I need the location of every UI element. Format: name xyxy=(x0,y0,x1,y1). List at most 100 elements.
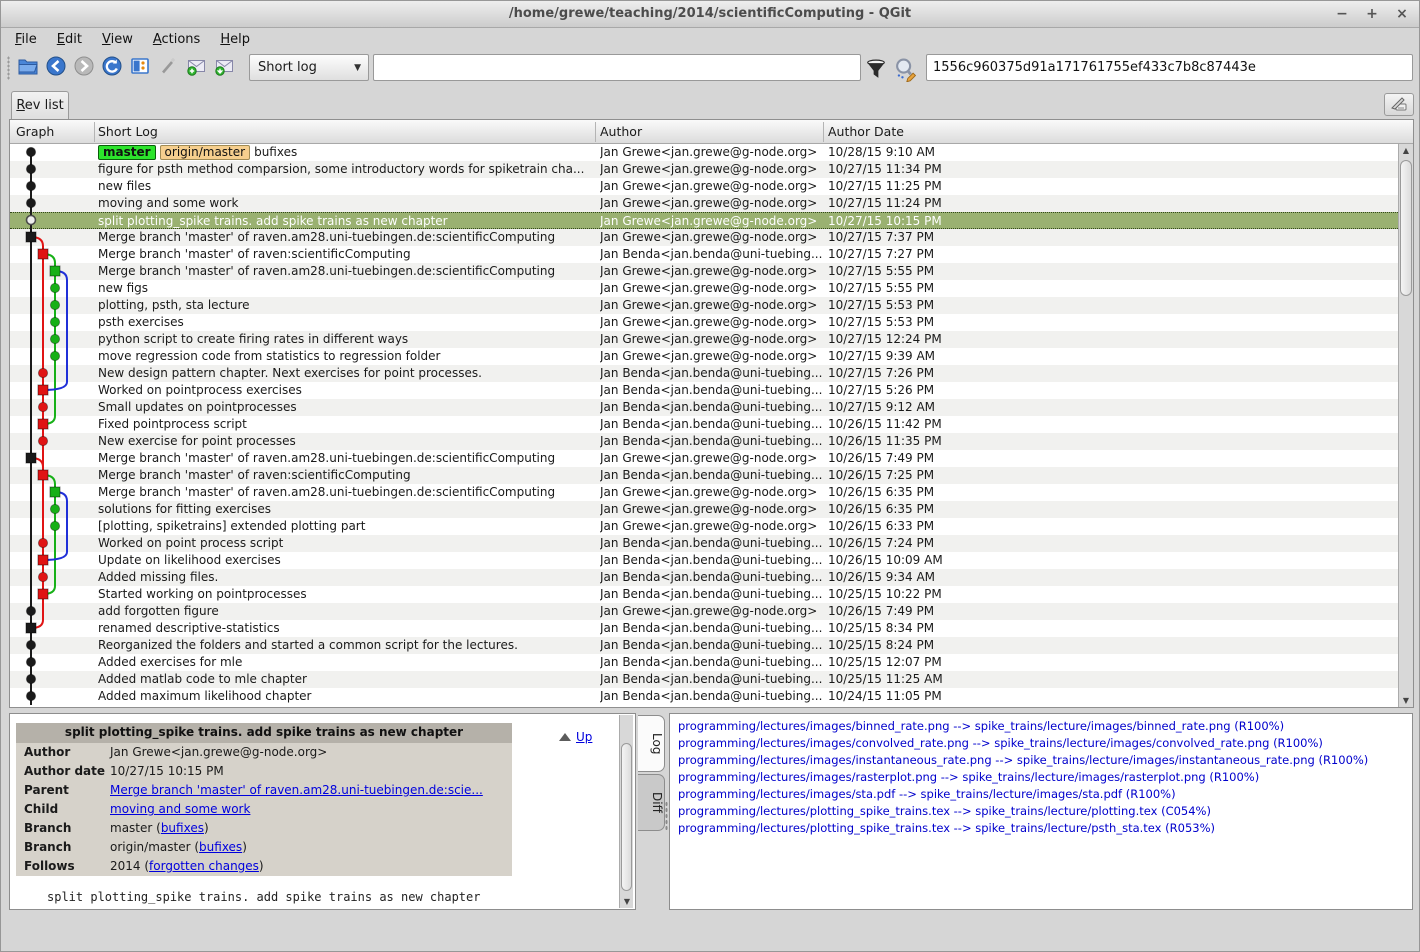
log-mode-combobox[interactable]: Short log ▼ xyxy=(249,54,369,81)
commit-message-text: Merge branch 'master' of raven.am28.uni-… xyxy=(98,263,555,280)
open-folder-icon[interactable] xyxy=(15,54,41,80)
scroll-down-icon[interactable]: ▼ xyxy=(620,895,634,908)
commit-row[interactable]: renamed descriptive-statisticsJan Benda<… xyxy=(10,620,1398,637)
commit-graph xyxy=(10,671,102,688)
commit-row[interactable]: solutions for fitting exercisesJan Grewe… xyxy=(10,501,1398,518)
commit-row[interactable]: Merge branch 'master' of raven:scientifi… xyxy=(10,467,1398,484)
commit-row[interactable]: Added exercises for mleJan Benda<jan.ben… xyxy=(10,654,1398,671)
column-divider[interactable] xyxy=(595,122,596,142)
tab-corner-button[interactable] xyxy=(1384,93,1414,116)
renamed-file-entry[interactable]: programming/lectures/images/rasterplot.p… xyxy=(670,769,1412,786)
commit-row[interactable]: new filesJan Grewe<jan.grewe@g-node.org>… xyxy=(10,178,1398,195)
renamed-file-entry[interactable]: programming/lectures/images/binned_rate.… xyxy=(670,718,1412,735)
filter-funnel-icon[interactable] xyxy=(863,56,889,82)
col-header-authordate[interactable]: Author Date xyxy=(828,120,904,144)
back-icon[interactable] xyxy=(43,54,69,80)
detail-link[interactable]: Merge branch 'master' of raven.am28.uni-… xyxy=(110,783,483,797)
table-scrollbar-thumb[interactable] xyxy=(1400,160,1412,296)
minimize-button[interactable]: − xyxy=(1333,6,1351,24)
detail-value: 2014 (forgotten changes) xyxy=(110,857,264,876)
commit-row[interactable]: New design pattern chapter. Next exercis… xyxy=(10,365,1398,382)
sha-input[interactable] xyxy=(926,54,1413,81)
date-cell: 10/27/15 5:53 PM xyxy=(828,314,1008,331)
side-tab-log[interactable]: Log xyxy=(638,715,665,772)
detail-link[interactable]: forgotten changes xyxy=(149,859,259,873)
detail-link[interactable]: moving and some work xyxy=(110,802,250,816)
column-divider[interactable] xyxy=(94,122,95,142)
commit-row[interactable]: Worked on pointprocess exercisesJan Bend… xyxy=(10,382,1398,399)
commit-row[interactable]: psth exercisesJan Grewe<jan.grewe@g-node… xyxy=(10,314,1398,331)
close-button[interactable]: × xyxy=(1393,6,1411,24)
menu-file[interactable]: File xyxy=(5,29,47,52)
date-cell: 10/28/15 9:10 AM xyxy=(828,144,1008,161)
detail-link[interactable]: bufixes xyxy=(161,821,204,835)
commit-row[interactable]: split plotting_spike trains. add spike t… xyxy=(10,212,1398,229)
search-input[interactable] xyxy=(373,54,861,81)
tab-rev-list[interactable]: Rev list xyxy=(11,91,69,120)
commit-row[interactable]: Merge branch 'master' of raven:scientifi… xyxy=(10,246,1398,263)
menu-view[interactable]: View xyxy=(92,29,143,52)
side-tab-diff[interactable]: Diff xyxy=(638,774,665,831)
commit-message-cell: Worked on pointprocess exercises xyxy=(98,382,596,399)
commit-message-text: Fixed pointprocess script xyxy=(98,416,247,433)
commit-row[interactable]: Added maximum likelihood chapterJan Bend… xyxy=(10,688,1398,705)
commit-row[interactable]: Merge branch 'master' of raven.am28.uni-… xyxy=(10,229,1398,246)
commit-row[interactable]: Update on likelihood exercisesJan Benda<… xyxy=(10,552,1398,569)
forward-icon[interactable] xyxy=(71,54,97,80)
up-link[interactable]: Up xyxy=(576,730,592,744)
commit-row[interactable]: moving and some workJan Grewe<jan.grewe@… xyxy=(10,195,1398,212)
renamed-file-entry[interactable]: programming/lectures/plotting_spike_trai… xyxy=(670,803,1412,820)
wand-icon[interactable] xyxy=(155,54,181,80)
menu-actions[interactable]: Actions xyxy=(143,29,211,52)
panel-splitter-handle[interactable] xyxy=(665,801,668,831)
commit-row[interactable]: Added missing files.Jan Benda<jan.benda@… xyxy=(10,569,1398,586)
date-cell: 10/26/15 9:34 AM xyxy=(828,569,1008,586)
commit-row[interactable]: add forgotten figureJan Grewe<jan.grewe@… xyxy=(10,603,1398,620)
commit-row[interactable]: Worked on point process scriptJan Benda<… xyxy=(10,535,1398,552)
reload-icon[interactable] xyxy=(99,54,125,80)
commit-row[interactable]: Merge branch 'master' of raven.am28.uni-… xyxy=(10,263,1398,280)
commit-row[interactable]: move regression code from statistics to … xyxy=(10,348,1398,365)
col-header-graph[interactable]: Graph xyxy=(16,120,54,144)
commit-row[interactable]: Added matlab code to mle chapterJan Bend… xyxy=(10,671,1398,688)
author-cell: Jan Grewe<jan.grewe@g-node.org> xyxy=(600,518,824,535)
details-scrollbar[interactable]: ▼ xyxy=(619,715,633,908)
toggle-view-icon[interactable] xyxy=(127,54,153,80)
apply-patch-icon[interactable] xyxy=(183,54,209,80)
highlight-search-icon[interactable] xyxy=(893,56,919,82)
up-link-box[interactable]: Up xyxy=(559,730,592,744)
menu-help[interactable]: Help xyxy=(210,29,260,52)
commit-row[interactable]: [plotting, spiketrains] extended plottin… xyxy=(10,518,1398,535)
detail-link[interactable]: bufixes xyxy=(199,840,242,854)
commit-row[interactable]: New exercise for point processesJan Bend… xyxy=(10,433,1398,450)
scroll-up-icon[interactable]: ▲ xyxy=(1399,144,1413,157)
commit-row[interactable]: Merge branch 'master' of raven.am28.uni-… xyxy=(10,484,1398,501)
commit-row[interactable]: Started working on pointprocessesJan Ben… xyxy=(10,586,1398,603)
menu-edit[interactable]: Edit xyxy=(47,29,92,52)
col-header-shortlog[interactable]: Short Log xyxy=(98,120,158,144)
commit-row[interactable]: Small updates on pointprocessesJan Benda… xyxy=(10,399,1398,416)
column-divider[interactable] xyxy=(823,122,824,142)
maximize-button[interactable]: + xyxy=(1363,6,1381,24)
commit-row[interactable]: figure for psth method comparsion, some … xyxy=(10,161,1398,178)
renamed-file-entry[interactable]: programming/lectures/plotting_spike_trai… xyxy=(670,820,1412,837)
commit-row[interactable]: Fixed pointprocess scriptJan Benda<jan.b… xyxy=(10,416,1398,433)
table-scrollbar[interactable]: ▲ ▼ xyxy=(1398,144,1413,707)
details-scrollbar-thumb[interactable] xyxy=(621,743,632,891)
commit-row[interactable]: Reorganized the folders and started a co… xyxy=(10,637,1398,654)
renamed-file-entry[interactable]: programming/lectures/images/instantaneou… xyxy=(670,752,1412,769)
format-patch-icon[interactable] xyxy=(211,54,237,80)
commit-row[interactable]: Merge branch 'master' of raven.am28.uni-… xyxy=(10,450,1398,467)
commit-row[interactable]: masterorigin/masterbufixesJan Grewe<jan.… xyxy=(10,144,1398,161)
author-cell: Jan Grewe<jan.grewe@g-node.org> xyxy=(600,161,824,178)
author-cell: Jan Benda<jan.benda@uni-tuebing... xyxy=(600,365,824,382)
author-cell: Jan Benda<jan.benda@uni-tuebing... xyxy=(600,382,824,399)
scroll-down-icon[interactable]: ▼ xyxy=(1399,694,1413,707)
commit-row[interactable]: python script to create firing rates in … xyxy=(10,331,1398,348)
toolbar-drag-handle[interactable] xyxy=(7,56,10,80)
commit-row[interactable]: new figsJan Grewe<jan.grewe@g-node.org>1… xyxy=(10,280,1398,297)
renamed-file-entry[interactable]: programming/lectures/images/sta.pdf --> … xyxy=(670,786,1412,803)
col-header-author[interactable]: Author xyxy=(600,120,642,144)
renamed-file-entry[interactable]: programming/lectures/images/convolved_ra… xyxy=(670,735,1412,752)
commit-row[interactable]: plotting, psth, sta lectureJan Grewe<jan… xyxy=(10,297,1398,314)
